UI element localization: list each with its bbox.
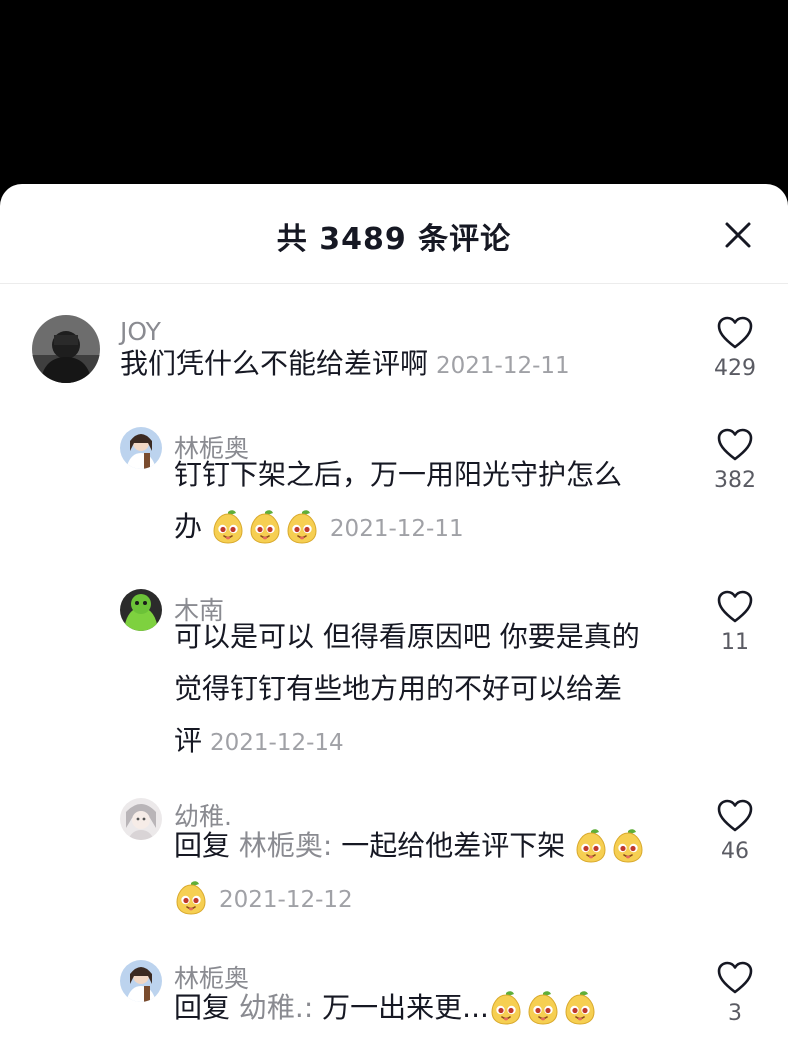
- comment-text: 钉钉下架之后，万一用阳光守护怎么: [174, 458, 623, 491]
- comment-text-block: 回复 林栀奥: 一起给他差评下架 2021-12-12: [174, 820, 674, 926]
- like-count: 429: [714, 356, 756, 381]
- like-count: 382: [714, 468, 756, 493]
- comments-count-title: 共 3489 条评论: [276, 222, 512, 257]
- comment-date: 2021-12-11: [436, 353, 570, 379]
- avatar[interactable]: [120, 798, 162, 840]
- like-button[interactable]: 429: [702, 316, 768, 381]
- like-button[interactable]: 382: [702, 428, 768, 493]
- comment-text-continued: 觉得钉钉有些地方用的不好可以给差: [174, 672, 623, 705]
- heart-icon: [717, 799, 753, 832]
- reply-prefix: 回复: [174, 991, 231, 1024]
- like-button[interactable]: 46: [702, 799, 768, 864]
- reply-target-user[interactable]: 林栀奥:: [239, 829, 332, 862]
- heart-icon: [717, 590, 753, 623]
- comment-text: 一起给他差评下架: [341, 829, 566, 862]
- comment-date: 2021-12-11: [329, 516, 464, 542]
- pear-emoji-icon: [174, 879, 208, 915]
- like-button[interactable]: 11: [702, 590, 768, 655]
- reply-prefix: 回复: [174, 829, 231, 862]
- like-count: 3: [728, 1001, 742, 1026]
- pear-emoji-icon: [211, 508, 245, 544]
- comment-text: 可以是可以 但得看原因吧 你要是真的: [174, 620, 640, 653]
- comment-text-block: 钉钉下架之后，万一用阳光守护怎么 办 2021-12-11: [174, 449, 674, 555]
- comment-date: 2021-12-14: [210, 730, 344, 756]
- pear-emoji-icon: [285, 508, 319, 544]
- comment-text-block: 可以是可以 但得看原因吧 你要是真的 觉得钉钉有些地方用的不好可以给差 评 202…: [174, 611, 684, 769]
- comment-text-end: 评: [174, 724, 203, 757]
- avatar[interactable]: [32, 315, 100, 383]
- emoji-group: [574, 827, 648, 863]
- pear-emoji-icon: [611, 827, 645, 863]
- pear-emoji-icon: [563, 989, 597, 1025]
- comment-text-block: 回复 幼稚.: 万一出来更...: [174, 982, 674, 1034]
- like-count: 11: [721, 630, 749, 655]
- heart-icon: [717, 961, 753, 994]
- avatar[interactable]: [120, 589, 162, 631]
- heart-icon: [717, 428, 753, 461]
- comment-text: 我们凭什么不能给差评啊: [120, 347, 429, 380]
- pear-emoji-icon: [489, 989, 523, 1025]
- comment-text-block: 我们凭什么不能给差评啊 2021-12-11: [120, 338, 680, 392]
- like-count: 46: [721, 839, 749, 864]
- pear-emoji-icon: [248, 508, 282, 544]
- close-button[interactable]: [724, 221, 752, 249]
- comment-date: 2021-12-12: [219, 887, 353, 913]
- avatar[interactable]: [120, 960, 162, 1002]
- like-button[interactable]: 3: [702, 961, 768, 1026]
- pear-emoji-icon: [574, 827, 608, 863]
- avatar[interactable]: [120, 427, 162, 469]
- heart-icon: [717, 316, 753, 349]
- pear-emoji-icon: [526, 989, 560, 1025]
- emoji-group: [489, 989, 600, 1025]
- comment-text: 万一出来更...: [322, 991, 489, 1024]
- comments-header: 共 3489 条评论: [0, 184, 788, 284]
- emoji-group: [174, 879, 211, 915]
- close-icon: [725, 222, 751, 248]
- comments-sheet: 共 3489 条评论 JOY 我们凭什么不能给差评啊 2021-12-11 429: [0, 184, 788, 1050]
- comment-text-continued: 办: [174, 510, 203, 543]
- emoji-group: [211, 508, 322, 544]
- reply-target-user[interactable]: 幼稚.:: [239, 991, 313, 1024]
